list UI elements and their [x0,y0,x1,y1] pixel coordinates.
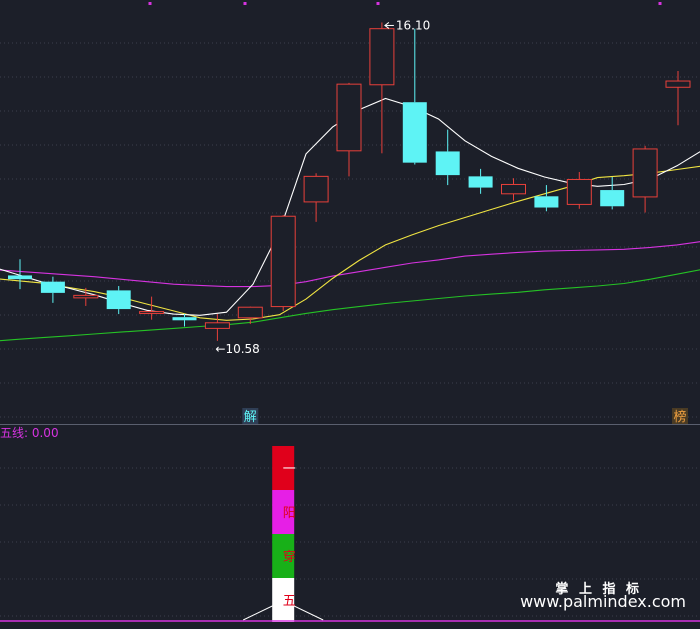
candle-body [402,102,427,163]
candle [566,172,592,209]
candle [8,259,32,290]
candle-body [303,175,329,203]
indicator-segment-label: 五 [283,594,296,609]
candle-body [435,151,460,176]
candle [303,173,329,222]
chart-area: 16.10 ←10.58 解 榜五线: 0.00 一阳穿五 [0,0,700,625]
low-price-label: ←10.58 [215,342,259,356]
indicator-segment-label: 穿 [283,549,296,565]
indicator-segment-label: 一 [283,462,296,477]
candle [435,129,460,186]
candle-body [8,275,32,280]
candle-body [106,290,131,310]
top-tick-0 [148,2,152,5]
marker-bang: 榜 [673,409,686,425]
candle [106,286,131,315]
high-price-label: 16.10 [396,18,430,32]
candle-body [369,28,395,86]
candle-body [665,80,691,88]
candle [336,82,362,177]
candle [369,22,395,154]
candle-body [172,317,197,321]
candle [600,176,625,210]
candle [632,145,658,213]
indicator-segment-label: 阳 [283,506,296,521]
candle [665,71,691,126]
indicator-title: 五线: 0.00 [0,426,59,440]
candle-body [40,281,65,293]
top-tick-2 [376,2,380,5]
ma20-line [0,241,700,288]
candle-body [139,311,165,314]
candle [139,296,165,320]
candle-body [204,322,230,329]
top-tick-3 [658,2,662,5]
candle-body [73,294,99,299]
candle-body [566,178,592,205]
candle-body [501,183,526,195]
ma60-line [0,269,700,342]
candle-body [270,215,296,308]
watermark-url: www.palmindex.com [520,592,686,611]
candle-body [237,306,263,319]
candle-body [468,176,493,188]
top-tick-1 [243,2,247,5]
candle [501,178,526,201]
chart-svg: 16.10 ←10.58 解 榜五线: 0.00 一阳穿五 [0,2,700,622]
candle [468,168,493,194]
marker-jie: 解 [244,410,257,425]
candle [534,185,559,212]
candle [270,214,296,311]
candle-body [336,83,362,152]
ma10-line [0,165,700,321]
candle [402,28,427,165]
candle-body [534,196,559,208]
candle [204,314,230,341]
candle-body [600,190,625,207]
candle-body [632,148,658,198]
